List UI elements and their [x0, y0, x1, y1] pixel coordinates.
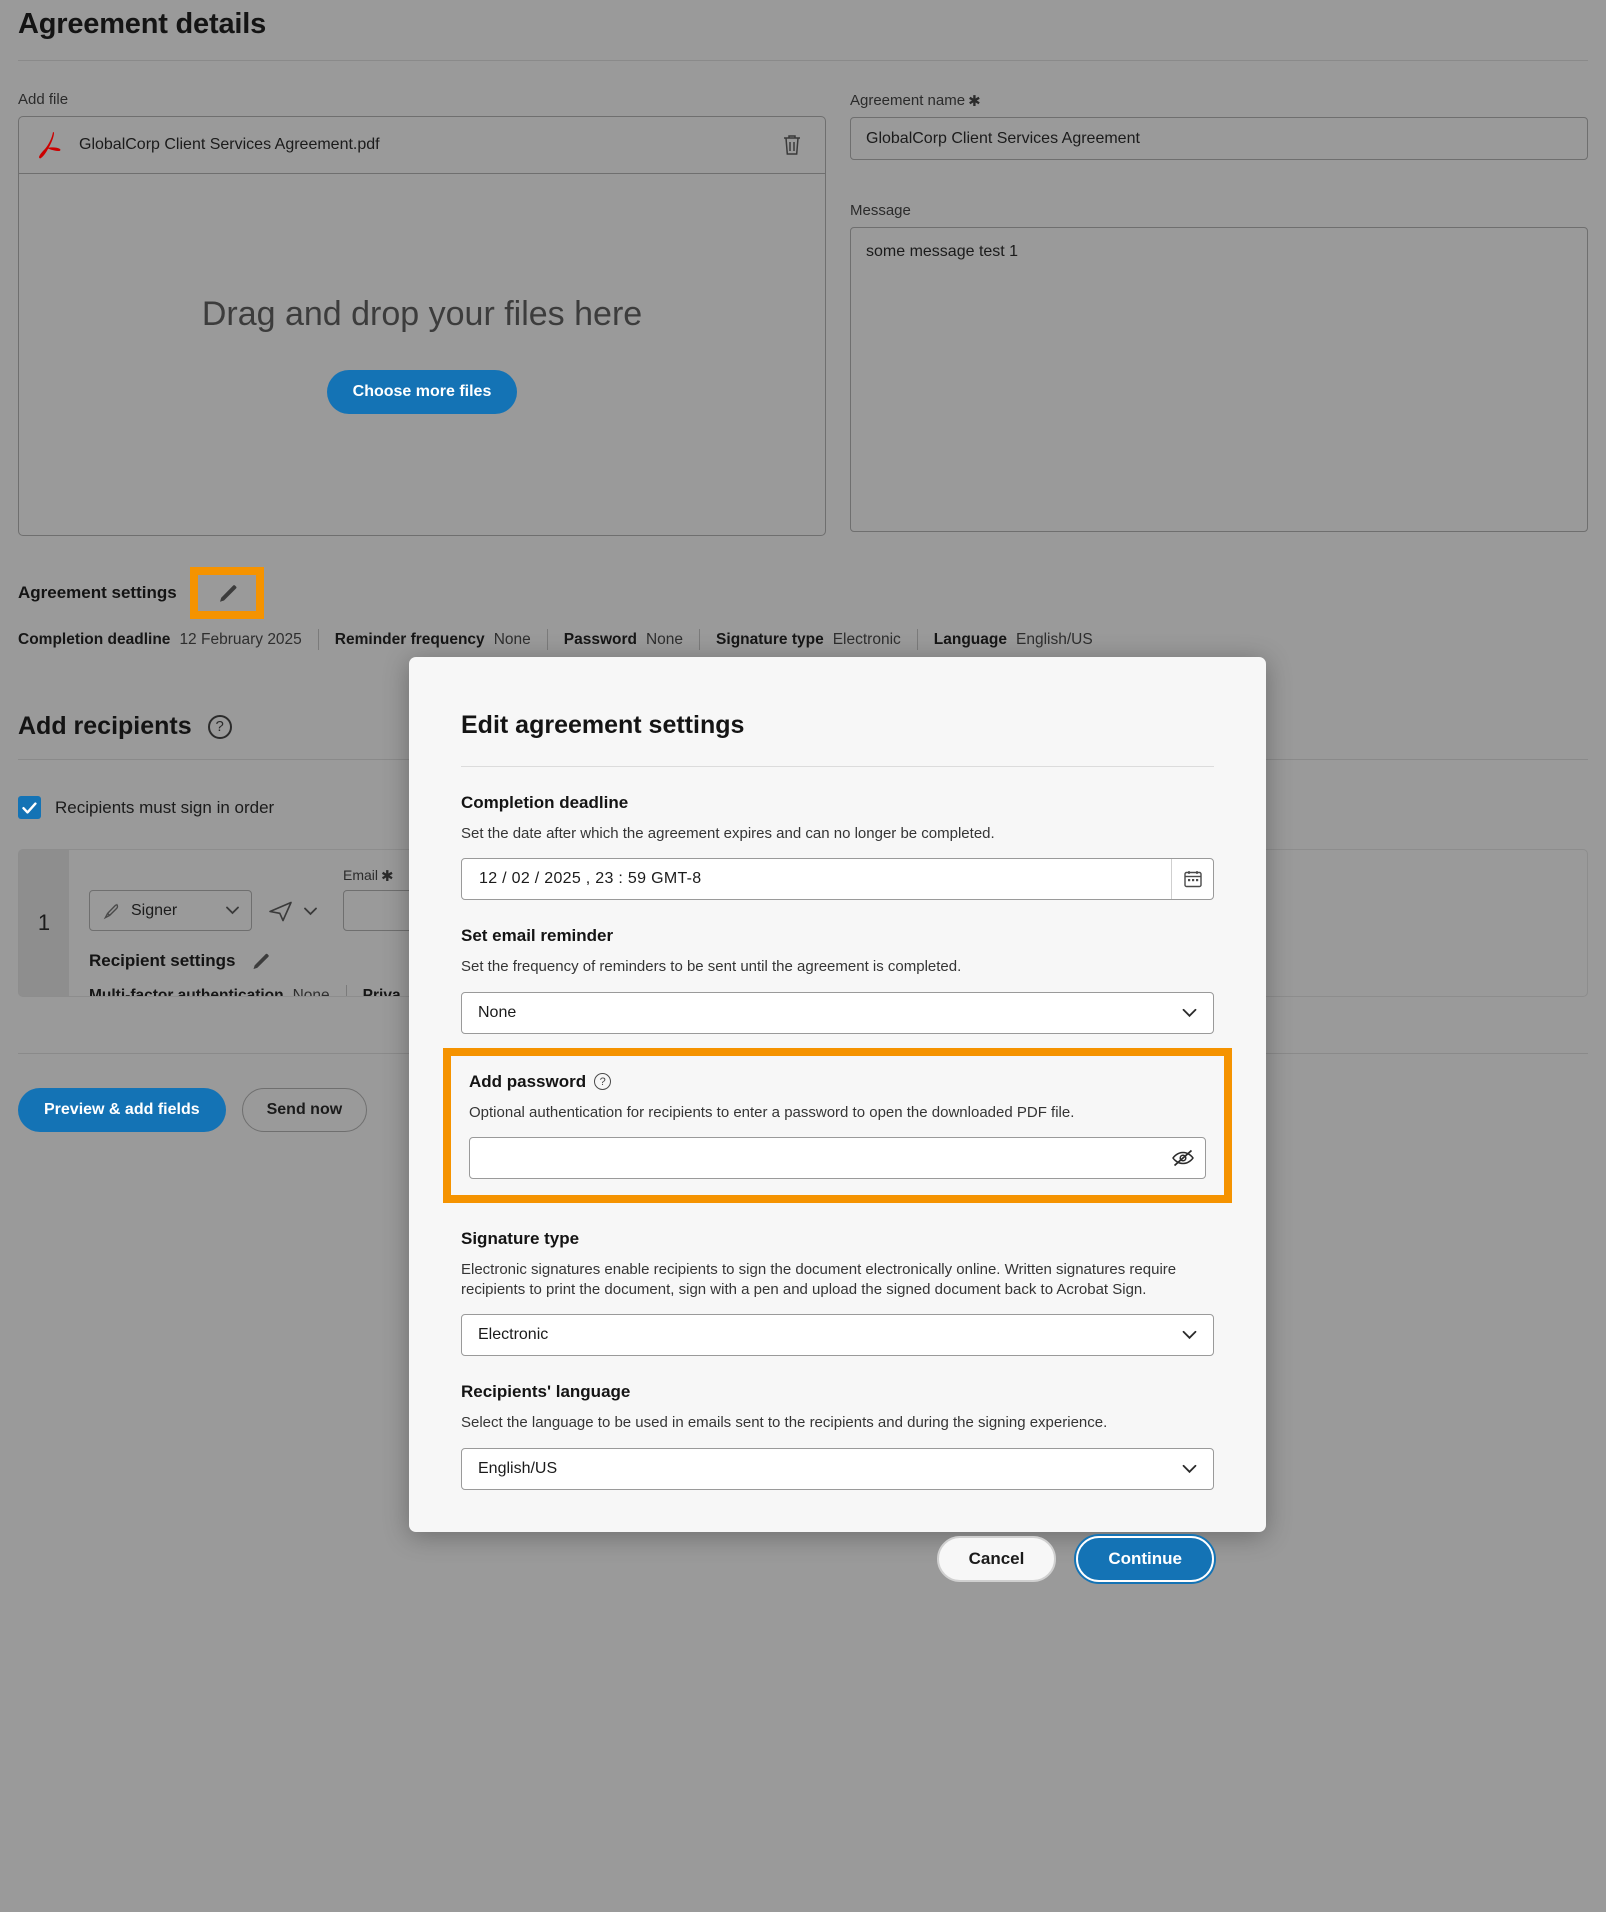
agreement-settings-row: Agreement settings — [18, 567, 1588, 619]
email-reminder-description: Set the frequency of reminders to be sen… — [461, 958, 962, 976]
dialog-title: Edit agreement settings — [461, 711, 745, 739]
summary-key: Language — [933, 630, 1007, 648]
uploaded-file-row: GlobalCorp Client Services Agreement.pdf — [18, 116, 826, 174]
divider — [916, 629, 918, 650]
file-dropzone[interactable]: Drag and drop your files here Choose mor… — [18, 174, 826, 536]
summary-key: Priva — [362, 986, 401, 997]
recipient-settings-label: Recipient settings — [89, 951, 236, 970]
summary-value: None — [292, 986, 330, 997]
recipients-language-value: English/US — [478, 1459, 558, 1477]
page-title: Agreement details — [18, 8, 267, 40]
message-label: Message — [850, 202, 911, 219]
completion-deadline-heading: Completion deadline — [461, 793, 629, 812]
summary-value: None — [493, 630, 531, 648]
divider — [699, 629, 701, 650]
add-password-heading-text: Add password — [469, 1071, 587, 1091]
signature-type-value: Electronic — [478, 1326, 549, 1344]
divider — [317, 629, 319, 650]
password-input[interactable] — [484, 1137, 1161, 1178]
summary-key: Password — [563, 630, 637, 648]
delivery-method-group[interactable] — [268, 899, 317, 931]
paper-plane-icon — [269, 901, 292, 922]
signature-type-select[interactable]: Electronic — [461, 1314, 1214, 1357]
help-icon[interactable]: ? — [594, 1073, 612, 1090]
required-asterisk: ✱ — [381, 868, 394, 885]
summary-value: Electronic — [832, 630, 901, 648]
choose-more-files-button[interactable]: Choose more files — [326, 370, 518, 414]
email-reminder-select[interactable]: None — [461, 991, 1214, 1034]
recipients-language-heading: Recipients' language — [461, 1382, 631, 1402]
email-label-text: Email — [343, 867, 379, 883]
help-icon[interactable]: ? — [207, 714, 232, 739]
agreement-name-label-text: Agreement name — [850, 92, 966, 109]
dialog-actions: Cancel Continue — [461, 1535, 1214, 1582]
send-now-button[interactable]: Send now — [241, 1088, 368, 1132]
agreement-name-input[interactable] — [850, 117, 1588, 160]
chevron-down-icon — [226, 906, 239, 915]
agreement-settings-label: Agreement settings — [18, 583, 177, 602]
add-recipients-title: Add recipients — [18, 712, 192, 740]
dialog-title-divider — [461, 766, 1214, 767]
message-textarea[interactable] — [850, 227, 1588, 532]
required-asterisk: ✱ — [968, 93, 981, 110]
chevron-down-icon — [1182, 1008, 1197, 1017]
add-password-heading: Add password ? — [469, 1072, 1206, 1092]
preview-add-fields-button[interactable]: Preview & add fields — [18, 1088, 226, 1132]
edit-agreement-settings-button[interactable] — [189, 567, 264, 619]
file-column: Add file GlobalCorp Client Services Agre… — [18, 91, 826, 537]
continue-button[interactable]: Continue — [1076, 1535, 1214, 1582]
recipient-index: 1 — [19, 850, 69, 996]
content-columns: Add file GlobalCorp Client Services Agre… — [18, 91, 1588, 537]
cancel-button[interactable]: Cancel — [936, 1535, 1057, 1582]
title-divider — [18, 60, 1588, 61]
edit-agreement-settings-dialog: Edit agreement settings Completion deadl… — [409, 657, 1266, 1582]
chevron-down-icon — [1182, 1331, 1197, 1340]
recipient-role-select[interactable]: Signer — [89, 890, 252, 931]
summary-key: Completion deadline — [18, 630, 171, 648]
signature-type-description: Electronic signatures enable recipients … — [461, 1260, 1177, 1298]
summary-key: Signature type — [716, 630, 824, 648]
check-icon — [22, 801, 37, 814]
email-reminder-value: None — [478, 1003, 517, 1021]
summary-value: None — [645, 630, 684, 648]
add-password-description: Optional authentication for recipients t… — [469, 1103, 1075, 1121]
sign-in-order-checkbox[interactable] — [18, 796, 41, 819]
signature-type-heading: Signature type — [461, 1228, 580, 1248]
pencil-icon — [219, 584, 237, 602]
agreement-settings-summary: Completion deadline 12 February 2025 Rem… — [18, 629, 1588, 650]
completion-deadline-value: 12 / 02 / 2025 , 23 : 59 GMT-8 — [479, 870, 702, 888]
pdf-icon — [39, 132, 61, 159]
summary-value: 12 February 2025 — [179, 630, 302, 648]
summary-key: Reminder frequency — [334, 630, 485, 648]
pen-icon — [103, 903, 119, 919]
completion-deadline-field[interactable]: 12 / 02 / 2025 , 23 : 59 GMT-8 — [461, 858, 1214, 901]
divider — [546, 629, 548, 650]
details-column: Agreement name✱ Message — [850, 91, 1588, 537]
eye-off-icon[interactable] — [1161, 1138, 1205, 1178]
email-reminder-heading: Set email reminder — [461, 926, 614, 946]
add-password-highlight: Add password ? Optional authentication f… — [443, 1047, 1232, 1203]
summary-value: English/US — [1015, 630, 1093, 648]
recipient-settings-pencil-icon[interactable] — [248, 949, 272, 973]
trash-icon[interactable] — [777, 130, 807, 160]
completion-deadline-description: Set the date after which the agreement e… — [461, 825, 995, 842]
file-name: GlobalCorp Client Services Agreement.pdf — [79, 136, 380, 153]
recipients-language-select[interactable]: English/US — [461, 1447, 1214, 1490]
dropzone-text: Drag and drop your files here — [201, 295, 643, 333]
chevron-down-icon — [1182, 1464, 1197, 1473]
add-password-field[interactable] — [469, 1136, 1206, 1179]
summary-key: Multi-factor authentication — [89, 986, 284, 997]
agreement-name-label: Agreement name ✱ — [850, 91, 1588, 110]
chevron-down-icon — [304, 907, 317, 915]
recipients-language-description: Select the language to be used in emails… — [461, 1414, 1108, 1432]
sign-in-order-label: Recipients must sign in order — [55, 797, 275, 817]
calendar-icon[interactable] — [1171, 859, 1213, 900]
add-file-label: Add file — [18, 91, 69, 108]
recipient-role-label: Signer — [131, 901, 178, 919]
divider — [345, 985, 347, 996]
